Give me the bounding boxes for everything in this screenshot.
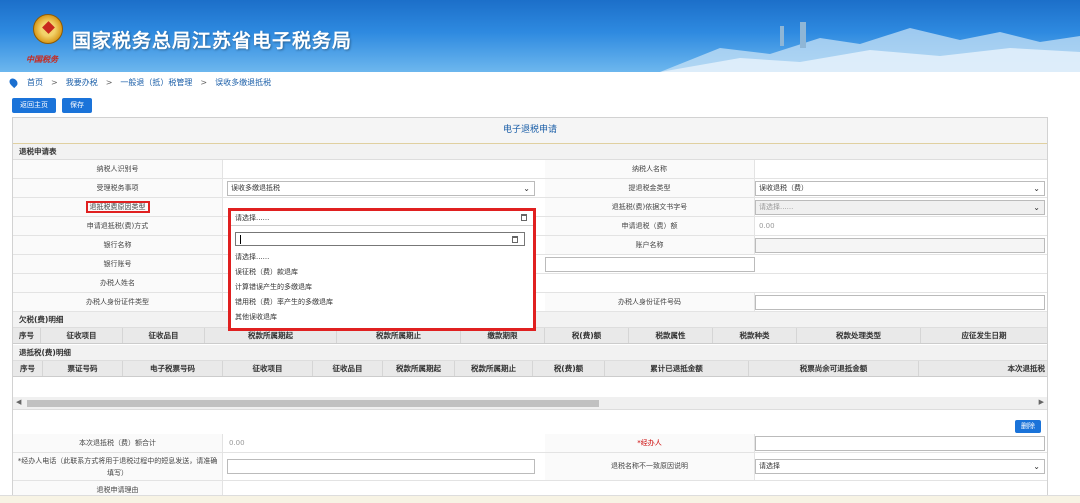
dropdown-search-input[interactable] bbox=[235, 232, 525, 246]
mountain-graphic bbox=[660, 22, 1080, 72]
dropdown-option[interactable]: 错用税（费）率产生的多缴退库 bbox=[235, 295, 533, 310]
tax-emblem-icon bbox=[33, 14, 63, 44]
form-row: 受理税务事项 误收多缴退抵税 ⌄ 提退税金类型 误收退税（费） ⌄ bbox=[13, 179, 1047, 198]
chevron-down-icon: ⌄ bbox=[1033, 203, 1040, 212]
reason-type-label-wrap: 退抵税费原因类型 bbox=[13, 198, 223, 216]
dropdown-option[interactable]: 其他误收退库 bbox=[235, 310, 533, 325]
table-scrollbar[interactable]: ◀ ▶ bbox=[13, 397, 1047, 410]
bank-account-field[interactable] bbox=[545, 257, 755, 272]
back-home-button[interactable]: 返回主页 bbox=[12, 98, 56, 113]
total-label: 本次退抵税（费）额合计 bbox=[13, 434, 223, 452]
breadcrumb-refund-mgmt[interactable]: 一般退（抵）税管理 bbox=[120, 77, 192, 88]
id-no-field[interactable] bbox=[755, 295, 1045, 310]
phone-field[interactable] bbox=[227, 459, 535, 474]
account-name-field[interactable] bbox=[755, 238, 1045, 253]
section-apply: 退税申请表 bbox=[13, 144, 1047, 160]
col-header: 税(费)额 bbox=[533, 361, 605, 376]
mismatch-select[interactable]: 请选择 ⌄ bbox=[755, 459, 1045, 474]
reason-type-dropdown[interactable]: 请选择...... 请选择...... 误征税（费）款退库 计算错误产生的多缴退… bbox=[228, 208, 536, 331]
save-button[interactable]: 保存 bbox=[62, 98, 92, 113]
col-header: 序号 bbox=[13, 361, 43, 376]
col-header: 征收项目 bbox=[223, 361, 313, 376]
scrollbar-thumb[interactable] bbox=[27, 400, 599, 407]
handler-field[interactable] bbox=[755, 436, 1045, 451]
doc-no-label: 退抵税(费)依据文书字号 bbox=[545, 198, 755, 216]
chevron-down-icon: ⌄ bbox=[523, 184, 530, 193]
amount-value: 0.00 bbox=[759, 222, 775, 230]
form-row: 纳税人识别号 纳税人名称 bbox=[13, 160, 1047, 179]
form-row: *经办人电话（此联系方式将用于退税过程中的短息发送，请准确填写） 退税名称不一致… bbox=[13, 453, 1047, 481]
accept-item-label: 受理税务事项 bbox=[13, 179, 223, 197]
breadcrumb-current: 误收多缴退抵税 bbox=[215, 77, 272, 87]
bank-name-label: 银行名称 bbox=[13, 236, 223, 254]
col-header: 税款处理类型 bbox=[797, 328, 921, 343]
account-name-label: 账户名称 bbox=[545, 236, 755, 254]
form-row: 本次退抵税（费）额合计 0.00 *经办人 bbox=[13, 434, 1047, 453]
breadcrumb-sep: > bbox=[51, 77, 58, 87]
col-header: 征收品目 bbox=[123, 328, 205, 343]
taxpayer-id-label: 纳税人识别号 bbox=[13, 160, 223, 178]
total-value: 0.00 bbox=[229, 439, 245, 447]
section-refund: 退抵税(费)明细 bbox=[13, 345, 1047, 361]
phone-label: *经办人电话（此联系方式将用于退税过程中的短息发送，请准确填写） bbox=[13, 453, 223, 480]
chevron-down-icon: ⌄ bbox=[1033, 184, 1040, 193]
toolbar: 返回主页 保存 bbox=[12, 98, 92, 113]
text-cursor bbox=[240, 235, 241, 244]
delete-button[interactable]: 删除 bbox=[1015, 420, 1041, 433]
dropdown-option[interactable]: 误征税（费）款退库 bbox=[235, 265, 533, 280]
col-header: 本次退抵税 bbox=[1007, 364, 1046, 373]
breadcrumb-sep: > bbox=[105, 77, 113, 87]
col-header: 征收品目 bbox=[313, 361, 383, 376]
col-header: 税票尚余可退抵金额 bbox=[749, 361, 919, 376]
breadcrumb-home[interactable]: 首页 bbox=[27, 77, 43, 88]
accept-item-select[interactable]: 误收多缴退抵税 ⌄ bbox=[227, 181, 535, 196]
clear-icon[interactable] bbox=[512, 236, 518, 243]
dropdown-option[interactable]: 请选择...... bbox=[235, 250, 533, 265]
dropdown-selected[interactable]: 请选择...... bbox=[231, 211, 533, 226]
col-header: 税款所属期起 bbox=[383, 361, 455, 376]
handler-label: *经办人 bbox=[545, 434, 755, 452]
col-header: 序号 bbox=[13, 328, 41, 343]
id-no-label: 办税人身份证件号码 bbox=[545, 293, 755, 311]
col-header: 税款所属期止 bbox=[455, 361, 533, 376]
doc-no-select[interactable]: 请选择...... ⌄ bbox=[755, 200, 1045, 215]
scroll-left-icon[interactable]: ◀ bbox=[16, 398, 21, 406]
location-pin-icon bbox=[7, 76, 20, 88]
breadcrumb-tax[interactable]: 我要办税 bbox=[66, 77, 98, 88]
chevron-down-icon: ⌄ bbox=[1033, 462, 1040, 471]
col-header: 应征发生日期 bbox=[961, 331, 1007, 340]
col-header: 累计已退抵金额 bbox=[605, 361, 749, 376]
reason-type-label: 退抵税费原因类型 bbox=[85, 201, 150, 213]
col-header: 征收项目 bbox=[41, 328, 123, 343]
taxpayer-id-value bbox=[225, 160, 545, 178]
site-title: 国家税务总局江苏省电子税务局 bbox=[72, 30, 353, 52]
status-bar bbox=[0, 495, 1080, 503]
bank-account-label: 银行账号 bbox=[13, 255, 223, 273]
col-header: 税款属性 bbox=[629, 328, 713, 343]
header-banner: 中国税务 国家税务总局江苏省电子税务局 bbox=[0, 0, 1080, 72]
agent-name-label: 办税人姓名 bbox=[13, 274, 223, 292]
mismatch-label: 退税名称不一致原因说明 bbox=[545, 453, 755, 480]
col-header: 电子税票号码 bbox=[123, 361, 223, 376]
refund-type-select[interactable]: 误收退税（费） ⌄ bbox=[755, 181, 1045, 196]
breadcrumb-sep: > bbox=[200, 77, 208, 87]
breadcrumb: 首页 > 我要办税 > 一般退（抵）税管理 > 误收多缴退抵税 bbox=[7, 74, 272, 90]
col-header: 票证号码 bbox=[43, 361, 123, 376]
amount-label: 申请退税（费）额 bbox=[545, 217, 755, 235]
seal-text: 中国税务 bbox=[26, 55, 58, 64]
id-type-label: 办税人身份证件类型 bbox=[13, 293, 223, 311]
method-label: 申请退抵税(费)方式 bbox=[13, 217, 223, 235]
dropdown-options: 请选择...... 误征税（费）款退库 计算错误产生的多缴退库 错用税（费）率产… bbox=[231, 250, 533, 325]
clear-icon[interactable] bbox=[521, 214, 527, 221]
taxpayer-name-label: 纳税人名称 bbox=[545, 160, 755, 178]
scroll-right-icon[interactable]: ▶ bbox=[1039, 398, 1044, 406]
sheet-title: 电子退税申请 bbox=[13, 118, 1047, 144]
taxpayer-name-value bbox=[757, 160, 1045, 178]
refund-type-label: 提退税金类型 bbox=[545, 179, 755, 197]
col-header: 税款种类 bbox=[713, 328, 797, 343]
dropdown-option[interactable]: 计算错误产生的多缴退库 bbox=[235, 280, 533, 295]
refund-table-header: 序号 票证号码 电子税票号码 征收项目 征收品目 税款所属期起 税款所属期止 税… bbox=[13, 361, 1047, 377]
col-header: 税(费)额 bbox=[545, 328, 629, 343]
